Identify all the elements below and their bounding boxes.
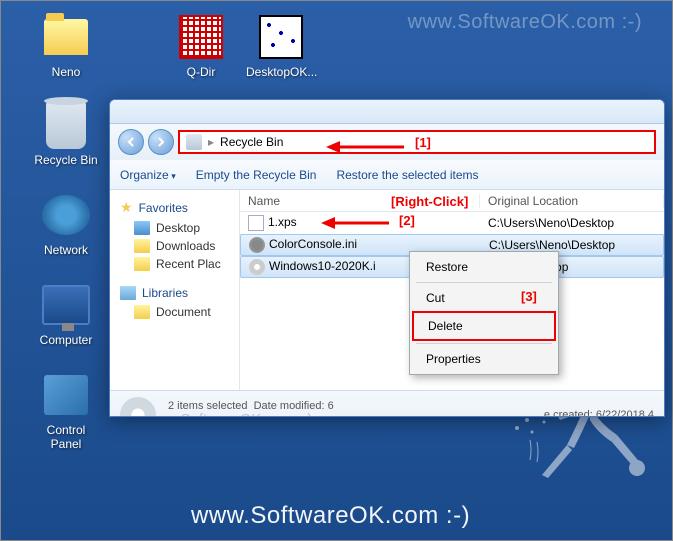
favorites-section[interactable]: ★Favorites: [110, 196, 239, 219]
recycle-bin-small-icon: [186, 134, 202, 150]
folder-icon: [134, 257, 150, 271]
context-cut[interactable]: Cut: [412, 285, 556, 311]
file-row[interactable]: 1.xps C:\Users\Neno\Desktop: [240, 212, 664, 234]
context-properties[interactable]: Properties: [412, 346, 556, 372]
back-button[interactable]: [118, 129, 144, 155]
sidebar-item-recent[interactable]: Recent Plac: [110, 255, 239, 273]
column-headers: Name Original Location: [240, 190, 664, 212]
icon-label: Q-Dir: [166, 65, 236, 79]
menu-separator: [416, 282, 552, 283]
desktop-icon-computer[interactable]: Computer: [31, 281, 101, 347]
desktop-icon-control-panel[interactable]: Control Panel: [31, 371, 101, 451]
sidebar-item-documents[interactable]: Document: [110, 303, 239, 321]
restore-selected-button[interactable]: Restore the selected items: [336, 168, 478, 182]
sidebar-item-desktop[interactable]: Desktop: [110, 219, 239, 237]
icon-label: Control Panel: [31, 423, 101, 451]
icon-label: Neno: [31, 65, 101, 79]
libraries-icon: [120, 286, 136, 300]
qdir-icon: [179, 15, 223, 59]
watermark-bottom: www.SoftwareOK.com :-): [191, 502, 470, 530]
icon-label: Network: [31, 243, 101, 257]
sidebar-item-downloads[interactable]: Downloads: [110, 237, 239, 255]
address-text: Recycle Bin: [220, 135, 283, 149]
context-menu: Restore Cut Delete Properties: [409, 251, 559, 375]
status-created: e created: 6/22/2018 4: [544, 409, 654, 418]
toolbar: Organize Empty the Recycle Bin Restore t…: [110, 160, 664, 190]
libraries-section[interactable]: Libraries: [110, 283, 239, 303]
explorer-window: ▸ Recycle Bin Organize Empty the Recycle…: [109, 99, 665, 417]
network-icon: [42, 195, 90, 235]
organize-menu[interactable]: Organize: [120, 168, 176, 182]
icon-label: Recycle Bin: [31, 153, 101, 167]
desktop-icon: [134, 221, 150, 235]
control-panel-icon: [44, 375, 88, 415]
folder-icon: [134, 239, 150, 253]
ini-file-icon: [249, 237, 265, 253]
column-original-location[interactable]: Original Location: [480, 194, 664, 208]
desktop-icon-network[interactable]: Network: [31, 191, 101, 257]
window-titlebar[interactable]: [110, 100, 664, 124]
nav-bar: ▸ Recycle Bin: [110, 124, 664, 160]
status-icon: [120, 397, 156, 418]
desktopok-icon: [259, 15, 303, 59]
sidebar: ★Favorites Desktop Downloads Recent Plac…: [110, 190, 240, 390]
computer-icon: [42, 285, 90, 325]
status-bar: 2 items selected Date modified: 6 ...Sof…: [110, 390, 664, 417]
context-delete[interactable]: Delete: [412, 311, 556, 341]
column-name[interactable]: Name: [240, 194, 480, 208]
desktop-icon-neno[interactable]: Neno: [31, 13, 101, 79]
recycle-bin-icon: [46, 101, 86, 149]
desktop-icon-recycle-bin[interactable]: Recycle Bin: [31, 101, 101, 167]
desktop-icon-desktopok[interactable]: DesktopOK...: [246, 13, 316, 79]
empty-recycle-bin-button[interactable]: Empty the Recycle Bin: [196, 168, 317, 182]
desktop-icon-qdir[interactable]: Q-Dir: [166, 13, 236, 79]
watermark-top: www.SoftwareOK.com :-): [408, 11, 642, 34]
folder-icon: [44, 19, 88, 55]
breadcrumb-separator: ▸: [208, 135, 214, 149]
status-size: Size: 5: [321, 415, 355, 417]
menu-separator: [416, 343, 552, 344]
folder-icon: [134, 305, 150, 319]
icon-label: Computer: [31, 333, 101, 347]
file-icon: [248, 215, 264, 231]
context-restore[interactable]: Restore: [412, 254, 556, 280]
forward-button[interactable]: [148, 129, 174, 155]
star-icon: ★: [120, 199, 133, 216]
icon-label: DesktopOK...: [246, 65, 316, 79]
address-bar[interactable]: ▸ Recycle Bin: [178, 130, 656, 154]
disc-file-icon: [249, 259, 265, 275]
watermark-inner: ...SoftwareOK.com :-): [168, 411, 312, 417]
